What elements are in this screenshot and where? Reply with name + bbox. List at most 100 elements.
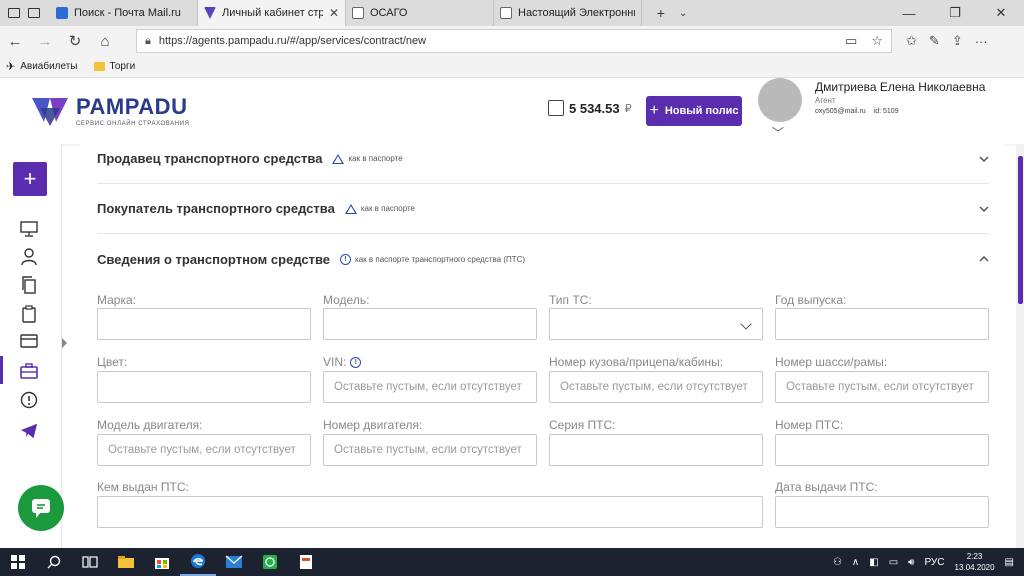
back-icon[interactable]: ←	[0, 33, 30, 50]
pts-issuer-input[interactable]	[97, 496, 763, 528]
pampadu-logo[interactable]: PAMPADU СЕРВИС ОНЛАЙН СТРАХОВАНИЯ	[30, 92, 190, 128]
battery-icon[interactable]: ▭	[889, 557, 898, 568]
edge-icon	[191, 554, 205, 568]
tab-preview-icon[interactable]	[8, 8, 20, 18]
user-id: id: 5109	[873, 108, 899, 115]
sidebar-user-icon[interactable]	[20, 248, 38, 266]
volume-icon[interactable]: 🔊︎	[908, 557, 914, 568]
sidebar-briefcase-icon[interactable]	[20, 362, 38, 380]
chat-icon	[32, 499, 50, 518]
sidebar-add-button[interactable]: +	[13, 162, 47, 196]
tray-chevron-up-icon[interactable]: ∧	[852, 557, 859, 568]
year-input[interactable]	[775, 308, 989, 340]
section-title: Покупатель транспортного средства	[97, 201, 335, 216]
model-input[interactable]	[323, 308, 537, 340]
browser-tab-mail[interactable]: Поиск - Почта Mail.ru	[50, 0, 198, 26]
engine-model-input[interactable]: Оставьте пустым, если отсутствует	[97, 434, 311, 466]
pts-series-input[interactable]	[549, 434, 763, 466]
start-button[interactable]	[0, 548, 36, 576]
clock[interactable]: 2:23 13.04.2020	[955, 551, 995, 573]
new-tab-plus-icon[interactable]: +	[657, 5, 665, 21]
people-icon[interactable]: ⚇	[833, 557, 842, 568]
chassis-number-input[interactable]: Оставьте пустым, если отсутствует	[775, 371, 989, 403]
pts-date-input[interactable]	[775, 496, 989, 528]
new-policy-button[interactable]: + Новый полис	[646, 96, 742, 126]
more-icon[interactable]: ···	[975, 34, 988, 49]
task-view-button[interactable]	[72, 548, 108, 576]
chevron-up-icon[interactable]	[979, 254, 989, 264]
section-vehicle[interactable]: Сведения о транспортном средстве ! как в…	[97, 234, 989, 284]
url-input[interactable]: 🔒︎ https://agents.pampadu.ru/#/app/servi…	[136, 29, 892, 53]
notes-pen-icon[interactable]: ✎	[929, 33, 940, 49]
balance-currency: ₽	[624, 102, 632, 115]
input-language[interactable]: РУС	[924, 557, 944, 568]
bookmark-aviatickets[interactable]: ✈ Авиабилеты	[6, 60, 78, 73]
section-title: Продавец транспортного средства	[97, 151, 323, 166]
taskbar-document[interactable]	[288, 548, 324, 576]
pts-number-input[interactable]	[775, 434, 989, 466]
color-input[interactable]	[97, 371, 311, 403]
avatar[interactable]	[758, 78, 802, 122]
sidebar-alert-icon[interactable]	[20, 391, 38, 409]
document-icon	[300, 555, 312, 569]
notifications-icon[interactable]: ▤	[1005, 557, 1014, 568]
lock-icon: 🔒︎	[145, 34, 151, 47]
bookmark-torgi[interactable]: Торги	[93, 61, 135, 72]
forward-icon[interactable]: →	[30, 33, 60, 50]
browser-tab-electronic[interactable]: Настоящий Электронный I	[494, 0, 642, 26]
whatsapp-icon	[263, 555, 277, 569]
taskbar-store[interactable]	[144, 548, 180, 576]
taskbar-whatsapp[interactable]	[252, 548, 288, 576]
refresh-icon[interactable]: ↻	[60, 32, 90, 50]
vehicle-type-label: Тип ТС:	[549, 293, 592, 307]
minimize-icon[interactable]: —	[886, 6, 932, 21]
home-icon[interactable]: ⌂	[90, 33, 120, 50]
section-buyer[interactable]: Покупатель транспортного средства как в …	[97, 184, 989, 234]
plane-icon: ✈	[6, 61, 16, 73]
user-info: oxy505@mail.ru id: 5109	[815, 108, 899, 115]
taskbar-edge[interactable]	[180, 548, 216, 576]
tab-title: Поиск - Почта Mail.ru	[74, 7, 181, 19]
taskbar-mail[interactable]	[216, 548, 252, 576]
search-icon	[47, 555, 61, 569]
favorites-icon[interactable]: ✩	[906, 33, 917, 49]
pampadu-logo-icon	[32, 98, 68, 126]
sidebar-clipboard-icon[interactable]	[20, 305, 38, 323]
scrollbar-thumb[interactable]	[1018, 156, 1023, 304]
make-input[interactable]	[97, 308, 311, 340]
browser-tab-osago[interactable]: ОСАГО	[346, 0, 494, 26]
vin-info-icon[interactable]: !	[350, 356, 362, 368]
body-number-input[interactable]: Оставьте пустым, если отсутствует	[549, 371, 763, 403]
browser-tab-pampadu[interactable]: Личный кабинет страх ✕	[198, 0, 346, 26]
tab-list-chevron-icon[interactable]: ⌄	[679, 8, 687, 19]
share-icon[interactable]: ⇪	[952, 33, 963, 49]
store-icon	[155, 558, 169, 569]
windows-logo-icon	[11, 555, 25, 569]
balance[interactable]: 5 534.53 ₽	[548, 100, 632, 116]
chevron-down-icon[interactable]	[979, 154, 989, 164]
sidebar-card-icon[interactable]	[20, 332, 38, 350]
maximize-icon[interactable]: ❐	[932, 5, 978, 21]
close-tab-icon[interactable]: ✕	[329, 6, 339, 20]
sidebar-monitor-icon[interactable]	[20, 220, 38, 238]
vehicle-type-select[interactable]	[549, 308, 763, 340]
sidebar-telegram-icon[interactable]	[20, 422, 38, 440]
taskbar-explorer[interactable]	[108, 548, 144, 576]
sidebar-copy-icon[interactable]	[20, 276, 38, 294]
reading-view-icon[interactable]: ▭	[845, 33, 857, 49]
tab-title: Настоящий Электронный I	[518, 7, 635, 19]
sidebar-collapse-arrow-icon[interactable]	[62, 338, 67, 348]
engine-number-input[interactable]: Оставьте пустым, если отсутствует	[323, 434, 537, 466]
close-window-icon[interactable]: ✕	[978, 5, 1024, 21]
favorite-star-icon[interactable]: ☆	[871, 33, 883, 49]
support-chat-button[interactable]	[18, 485, 64, 531]
chevron-down-icon[interactable]	[979, 204, 989, 214]
pts-number-label: Номер ПТС:	[775, 418, 844, 432]
network-icon[interactable]: ◧	[869, 557, 878, 568]
new-policy-label: Новый полис	[664, 105, 739, 117]
vin-input[interactable]: Оставьте пустым, если отсутствует	[323, 371, 537, 403]
search-button[interactable]	[36, 548, 72, 576]
section-seller[interactable]: Продавец транспортного средства как в па…	[97, 134, 989, 184]
set-tabs-aside-icon[interactable]	[28, 8, 40, 18]
engine-model-label: Модель двигателя:	[97, 418, 203, 432]
